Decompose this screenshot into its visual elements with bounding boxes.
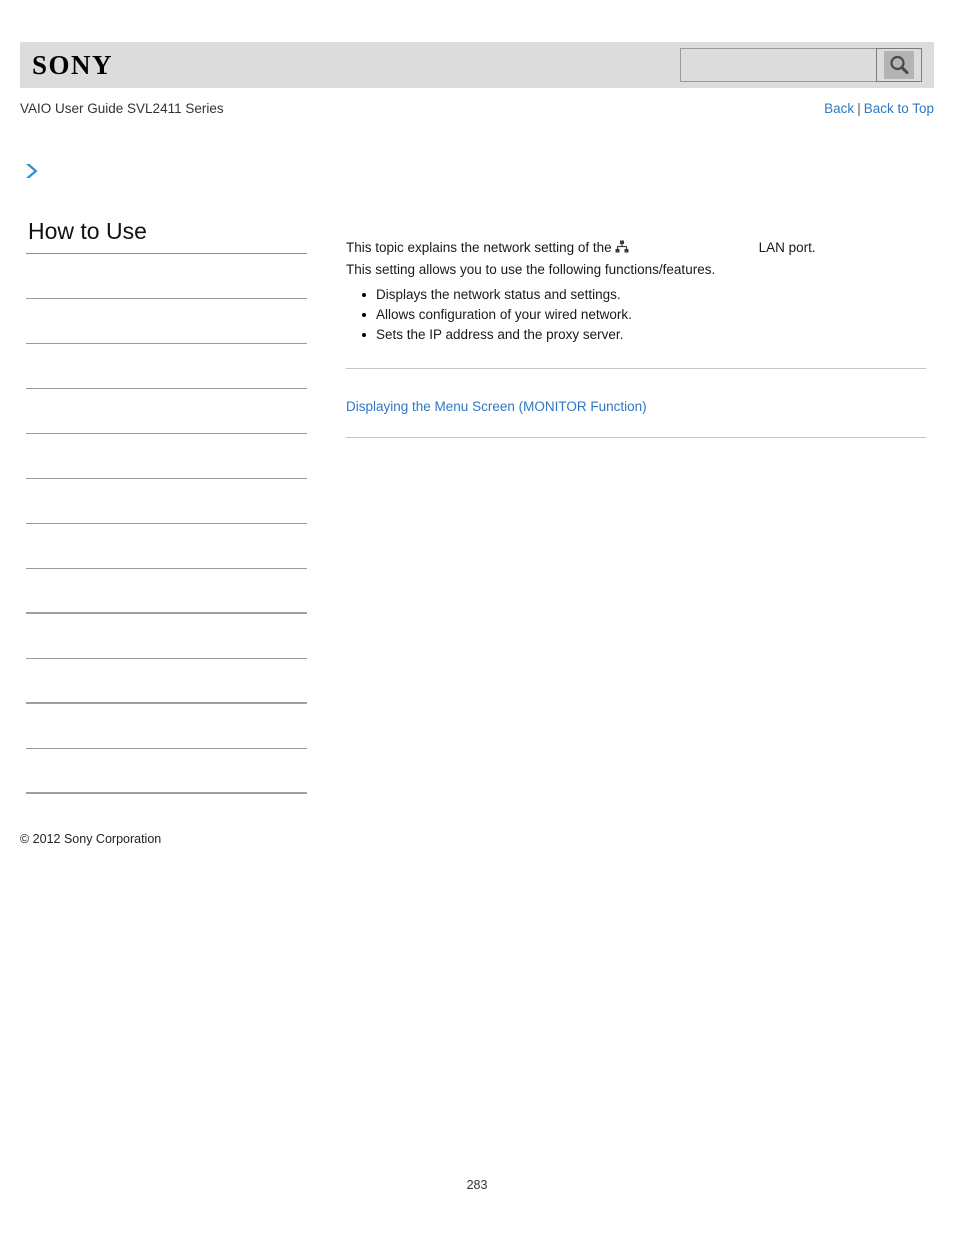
chevron-right-icon[interactable] (24, 162, 40, 185)
sidebar-item-3[interactable] (26, 389, 307, 434)
sidebar-item-11[interactable] (26, 749, 307, 794)
sidebar-item-2[interactable] (26, 344, 307, 389)
sony-logo: SONY (32, 50, 114, 80)
search-button[interactable] (876, 48, 922, 82)
sidebar-item-6[interactable] (26, 524, 307, 569)
copyright-text: © 2012 Sony Corporation (20, 832, 162, 846)
sidebar: How to Use (26, 218, 307, 794)
main-content: This topic explains the network setting … (346, 238, 926, 345)
list-item: Allows configuration of your wired netwo… (362, 305, 926, 325)
sidebar-item-8[interactable] (26, 614, 307, 659)
guide-title: VAIO User Guide SVL2411 Series (20, 101, 224, 116)
list-item: Displays the network status and settings… (362, 285, 926, 305)
content-divider-top (346, 368, 926, 369)
sidebar-item-7[interactable] (26, 569, 307, 614)
back-link[interactable]: Back (824, 101, 854, 116)
header-nav: Back | Back to Top (824, 101, 934, 116)
back-to-top-link[interactable]: Back to Top (864, 101, 934, 116)
intro-text-after: LAN port. (758, 240, 816, 255)
nav-separator: | (857, 101, 861, 116)
search-input[interactable] (680, 48, 876, 82)
sidebar-item-4[interactable] (26, 434, 307, 479)
sidebar-item-9[interactable] (26, 659, 307, 704)
breadcrumb (24, 160, 40, 186)
page-number: 283 (466, 1178, 488, 1192)
lead-paragraph: This setting allows you to use the follo… (346, 262, 716, 277)
intro-paragraph: This topic explains the network setting … (346, 238, 926, 258)
content-divider-bottom (346, 437, 926, 438)
list-item: Sets the IP address and the proxy server… (362, 325, 926, 345)
page-title: How to Use (26, 218, 307, 254)
sidebar-item-5[interactable] (26, 479, 307, 524)
sidebar-item-1[interactable] (26, 299, 307, 344)
sidebar-item-0[interactable] (26, 254, 307, 299)
feature-list: Displays the network status and settings… (346, 285, 926, 345)
search-icon (884, 51, 914, 79)
search-area (680, 48, 922, 82)
sidebar-item-10[interactable] (26, 704, 307, 749)
lan-network-icon (615, 239, 629, 259)
site-header: SONY (20, 42, 934, 88)
related-topic-link[interactable]: Displaying the Menu Screen (MONITOR Func… (346, 399, 647, 414)
intro-text-before: This topic explains the network setting … (346, 240, 612, 255)
